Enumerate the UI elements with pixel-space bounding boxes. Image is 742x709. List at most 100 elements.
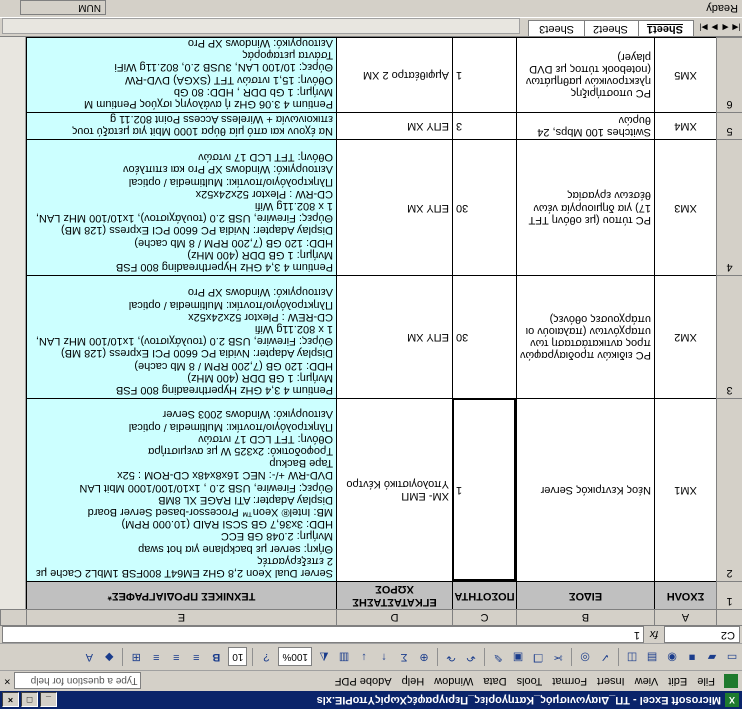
align-left-icon[interactable]: ≡ bbox=[188, 649, 204, 665]
cell-e1[interactable]: ΤΕΧΝΙΚΕΣ ΠΡΟΔΙΑΓΡΑΦΕΣ* bbox=[26, 581, 336, 609]
font-color-icon[interactable]: A bbox=[81, 649, 97, 665]
row-header-5[interactable]: 5 bbox=[716, 112, 742, 139]
cell-c3[interactable]: 30 bbox=[452, 275, 516, 398]
column-header-c[interactable]: C bbox=[452, 609, 516, 625]
row-header-6[interactable]: 6 bbox=[716, 37, 742, 112]
autosum-icon[interactable]: Σ bbox=[396, 649, 412, 665]
last-sheet-icon[interactable]: ▶| bbox=[698, 20, 709, 34]
align-right-icon[interactable]: ≡ bbox=[148, 649, 164, 665]
cell-d2[interactable]: ΧΜ- ΕΜΠ Υπολογιστικό Κέντρο bbox=[336, 398, 452, 581]
bold-icon[interactable]: B bbox=[208, 649, 224, 665]
tab-sheet2[interactable]: Sheet2 bbox=[582, 20, 639, 36]
open-icon[interactable]: ▰ bbox=[704, 649, 720, 665]
column-header-d[interactable]: D bbox=[336, 609, 452, 625]
redo-icon[interactable]: ↷ bbox=[443, 649, 459, 665]
horizontal-scrollbar[interactable] bbox=[2, 18, 521, 34]
paste-icon[interactable]: ▣ bbox=[510, 649, 526, 665]
next-sheet-icon[interactable]: ▶ bbox=[709, 20, 720, 34]
cell-a3[interactable]: ΧΜ2 bbox=[654, 275, 716, 398]
hyperlink-icon[interactable]: ⊕ bbox=[416, 649, 432, 665]
align-center-icon[interactable]: ≡ bbox=[168, 649, 184, 665]
row-header-4[interactable]: 4 bbox=[716, 139, 742, 275]
cell-b6[interactable]: PC υποστήριξης ηλεκτρονικών μαθημάτων (n… bbox=[516, 37, 654, 112]
merge-center-icon[interactable]: ⊞ bbox=[128, 649, 144, 665]
column-header-b[interactable]: B bbox=[516, 609, 654, 625]
fill-color-icon[interactable]: ◆ bbox=[101, 649, 117, 665]
cell-e5[interactable]: Να έχουν και από μία θύρα 1000 Mbit για … bbox=[26, 112, 336, 139]
row-header-3[interactable]: 3 bbox=[716, 275, 742, 398]
spelling-icon[interactable]: ✓ bbox=[597, 649, 613, 665]
select-all-corner[interactable] bbox=[716, 609, 742, 625]
cell-a1[interactable]: ΣΧΟΛΗ bbox=[654, 581, 716, 609]
menu-help[interactable]: Help bbox=[397, 675, 430, 687]
sort-ascending-icon[interactable]: ↑ bbox=[376, 649, 392, 665]
maximize-button[interactable]: □ bbox=[21, 692, 38, 708]
cell-d3[interactable]: ΕΠΥ ΧΜ bbox=[336, 275, 452, 398]
cell-b3[interactable]: PC ειδικών προδιαγραφών προς αντικατάστα… bbox=[516, 275, 654, 398]
minimize-button[interactable]: _ bbox=[40, 692, 57, 708]
sort-descending-icon[interactable]: ↓ bbox=[356, 649, 372, 665]
drawing-icon[interactable]: ◭ bbox=[316, 649, 332, 665]
cut-icon[interactable]: ✂ bbox=[550, 649, 566, 665]
cell-e3[interactable]: Pentium 4 3,4 GHz Hyperthreading 800 FSB… bbox=[26, 275, 336, 398]
menu-view[interactable]: View bbox=[630, 675, 664, 687]
formula-input[interactable]: 1 bbox=[2, 626, 644, 643]
cell-d6[interactable]: Αμφιθέατρο 2 ΧΜ bbox=[336, 37, 452, 112]
undo-icon[interactable]: ↶ bbox=[463, 649, 479, 665]
cell-e6[interactable]: Pentium 4 3.06 GHz ή ανάλογης ισχύος Pen… bbox=[26, 37, 336, 112]
research-icon[interactable]: ◎ bbox=[577, 649, 593, 665]
vertical-scrollbar-top[interactable] bbox=[0, 609, 26, 625]
cell-b4[interactable]: PC τύπου (με οθόνη TFT 17) για δημιουργί… bbox=[516, 139, 654, 275]
cell-c4[interactable]: 30 bbox=[452, 139, 516, 275]
copy-icon[interactable]: ❐ bbox=[530, 649, 546, 665]
cell-a4[interactable]: ΧΜ3 bbox=[654, 139, 716, 275]
cell-b2[interactable]: Νέος Κεντρικός Server bbox=[516, 398, 654, 581]
format-painter-icon[interactable]: ✎ bbox=[490, 649, 506, 665]
tab-sheet1[interactable]: Sheet1 bbox=[635, 20, 694, 36]
row-header-1[interactable]: 1 bbox=[716, 581, 742, 609]
cell-c6[interactable]: 1 bbox=[452, 37, 516, 112]
menu-adobe-pdf[interactable]: Adobe PDF bbox=[330, 675, 397, 687]
menu-file[interactable]: File bbox=[692, 675, 720, 687]
doc-close-icon[interactable]: × bbox=[0, 675, 14, 687]
row-header-2[interactable]: 2 bbox=[716, 398, 742, 581]
menu-format[interactable]: Format bbox=[547, 675, 592, 687]
save-icon[interactable]: ■ bbox=[684, 649, 700, 665]
menu-window[interactable]: Window bbox=[429, 675, 478, 687]
cell-c1[interactable]: ΠΟΣΟΤΗΤΑ bbox=[452, 581, 516, 609]
permission-icon[interactable]: ◉ bbox=[664, 649, 680, 665]
prev-sheet-icon[interactable]: ◀ bbox=[720, 20, 731, 34]
cell-d1[interactable]: ΕΓΚΑΤΑΣΤΑΣΗΣ ΧΩΡΟΣ bbox=[336, 581, 452, 609]
close-button[interactable]: × bbox=[2, 692, 19, 708]
cell-a6[interactable]: ΧΜ5 bbox=[654, 37, 716, 112]
cell-c5[interactable]: 3 bbox=[452, 112, 516, 139]
print-icon[interactable]: ▤ bbox=[644, 649, 660, 665]
cell-a5[interactable]: ΧΜ4 bbox=[654, 112, 716, 139]
document-icon[interactable] bbox=[724, 674, 738, 688]
cell-d5[interactable]: ΕΠΥ ΧΜ bbox=[336, 112, 452, 139]
cell-e4[interactable]: Pentium 4 3,4 GHz Hyperthreading 800 FSB… bbox=[26, 139, 336, 275]
vertical-scrollbar[interactable] bbox=[0, 37, 26, 609]
cell-a2[interactable]: ΧΜ1 bbox=[654, 398, 716, 581]
chart-wizard-icon[interactable]: ▥ bbox=[336, 649, 352, 665]
cell-b5[interactable]: Switches 100 Mbps, 24 θυρών bbox=[516, 112, 654, 139]
zoom-select[interactable]: 100% bbox=[278, 647, 312, 667]
menu-data[interactable]: Data bbox=[478, 675, 511, 687]
tab-sheet3[interactable]: Sheet3 bbox=[528, 20, 586, 36]
column-header-a[interactable]: A bbox=[654, 609, 716, 625]
first-sheet-icon[interactable]: |◀ bbox=[731, 20, 742, 34]
cell-c2[interactable]: 1 bbox=[452, 398, 516, 581]
name-box[interactable]: C2 bbox=[664, 626, 740, 643]
menu-insert[interactable]: Insert bbox=[592, 675, 630, 687]
menu-tools[interactable]: Tools bbox=[512, 675, 548, 687]
print-preview-icon[interactable]: ◫ bbox=[624, 649, 640, 665]
cell-d4[interactable]: ΕΠΥ ΧΜ bbox=[336, 139, 452, 275]
menu-edit[interactable]: Edit bbox=[663, 675, 692, 687]
cell-b1[interactable]: ΕΙΔΟΣ bbox=[516, 581, 654, 609]
help-search-input[interactable]: Type a question for help bbox=[14, 672, 142, 690]
help-icon[interactable]: ? bbox=[258, 649, 274, 665]
fx-icon[interactable]: fx bbox=[644, 629, 664, 641]
cell-e2[interactable]: Server Dual Xeon 2,8 GHz EM64T 800FSB 1M… bbox=[26, 398, 336, 581]
font-size-select[interactable]: 10 bbox=[228, 647, 248, 667]
column-header-e[interactable]: E bbox=[26, 609, 336, 625]
